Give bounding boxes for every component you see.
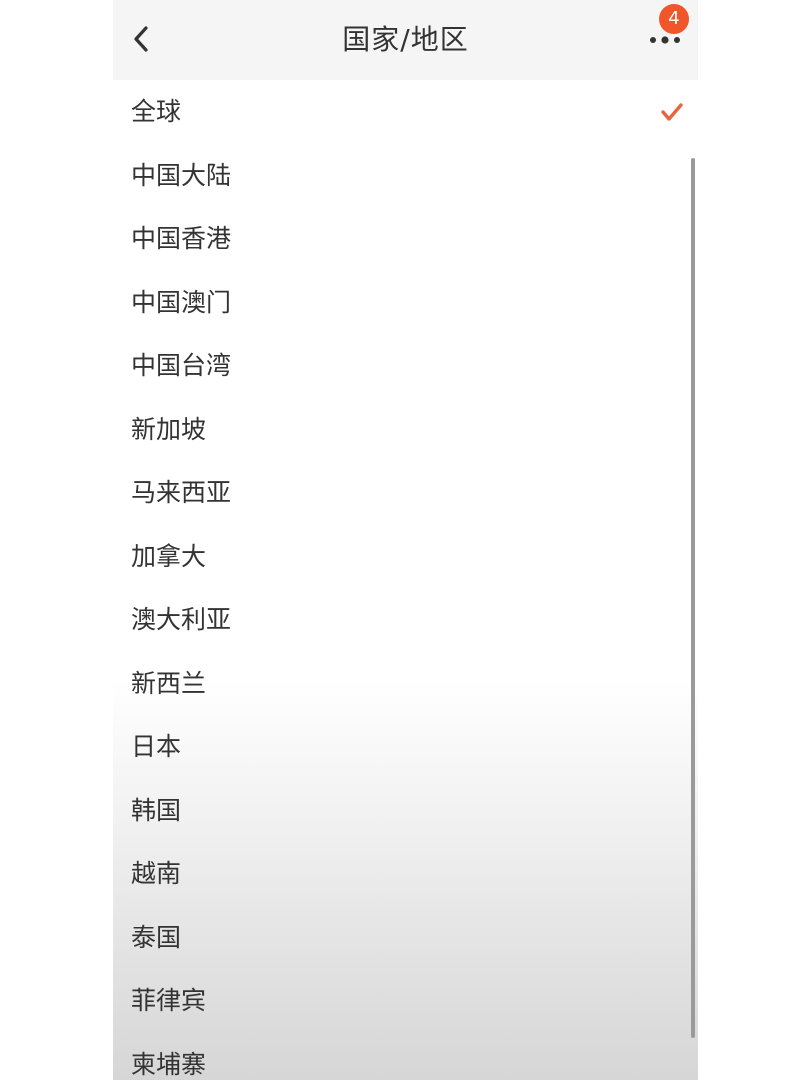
region-label: 中国香港	[131, 224, 232, 253]
list-item[interactable]: 中国台湾	[113, 334, 698, 398]
list-item[interactable]: 日本	[113, 715, 698, 779]
list-item[interactable]: 新西兰	[113, 652, 698, 716]
region-label: 马来西亚	[131, 478, 232, 507]
region-label: 越南	[131, 859, 182, 888]
list-item[interactable]: 泰国	[113, 906, 698, 970]
list-item[interactable]: 新加坡	[113, 398, 698, 462]
screen: 国家/地区 4 全球中国大陆中国香港中国澳门中国台湾新加坡马来西亚加拿大澳大利亚…	[0, 0, 810, 1080]
app-window: 国家/地区 4 全球中国大陆中国香港中国澳门中国台湾新加坡马来西亚加拿大澳大利亚…	[113, 0, 698, 1080]
region-label: 加拿大	[131, 541, 207, 571]
region-label: 中国台湾	[131, 351, 232, 380]
page-title: 国家/地区	[342, 23, 469, 56]
region-label: 澳大利亚	[131, 605, 232, 634]
list-item[interactable]: 马来西亚	[113, 461, 698, 525]
region-label: 新加坡	[131, 414, 207, 444]
list-item[interactable]: 越南	[113, 842, 698, 906]
region-label: 新西兰	[131, 668, 207, 698]
list-item[interactable]: 澳大利亚	[113, 588, 698, 652]
region-label: 柬埔寨	[131, 1049, 207, 1079]
list-item[interactable]: 中国澳门	[113, 271, 698, 335]
region-label: 日本	[131, 732, 182, 761]
region-label: 中国大陆	[131, 160, 232, 190]
notification-badge: 4	[659, 4, 689, 34]
list-item[interactable]: 中国大陆	[113, 144, 698, 208]
region-label: 泰国	[131, 922, 182, 952]
scrollbar[interactable]	[691, 158, 695, 1038]
nav-bar: 国家/地区 4	[113, 0, 698, 80]
back-button[interactable]	[121, 17, 161, 61]
checkmark-icon	[661, 103, 683, 121]
region-label: 中国澳门	[131, 287, 232, 317]
list-item[interactable]: 韩国	[113, 779, 698, 843]
list-item[interactable]: 菲律宾	[113, 969, 698, 1033]
chevron-left-icon	[134, 26, 148, 52]
list-item[interactable]: 中国香港	[113, 207, 698, 271]
region-label: 全球	[131, 97, 182, 126]
region-list: 全球中国大陆中国香港中国澳门中国台湾新加坡马来西亚加拿大澳大利亚新西兰日本韩国越…	[113, 80, 698, 1080]
region-label: 菲律宾	[131, 986, 207, 1015]
list-item[interactable]: 加拿大	[113, 525, 698, 589]
list-item[interactable]: 全球	[113, 80, 698, 144]
list-item[interactable]: 柬埔寨	[113, 1033, 698, 1080]
region-label: 韩国	[131, 795, 182, 825]
